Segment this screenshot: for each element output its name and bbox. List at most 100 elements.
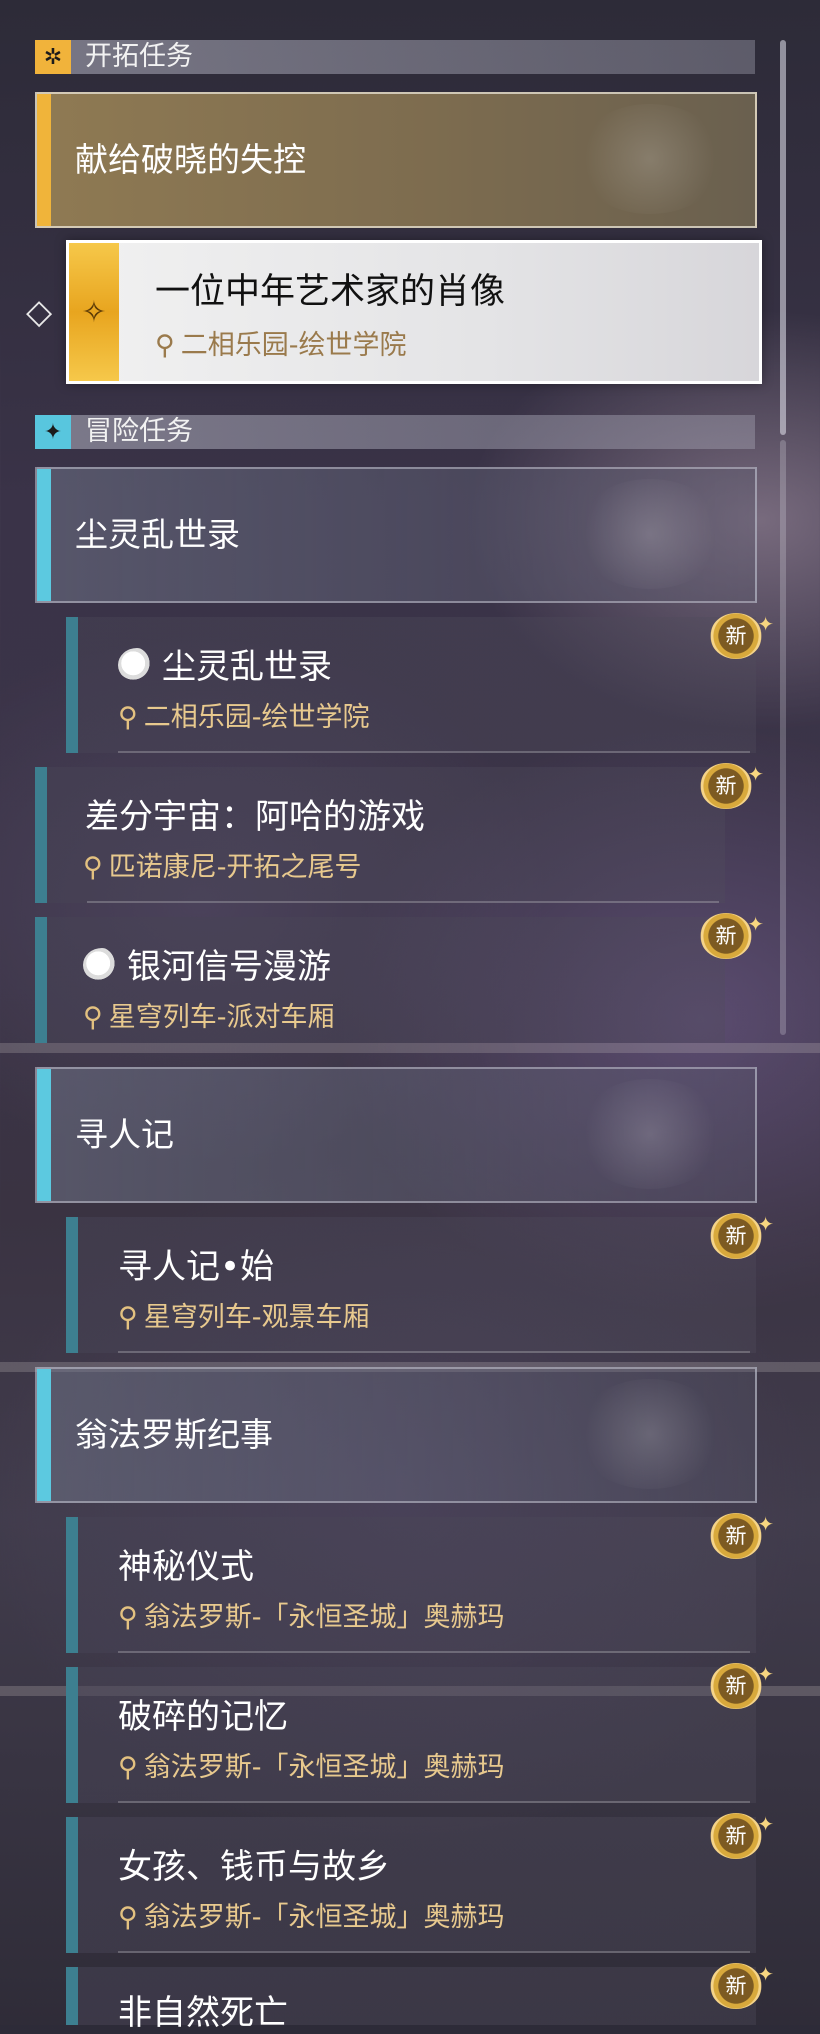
location-pin-icon: ⚲ [118, 1902, 138, 1933]
spirit-icon [118, 648, 156, 682]
quest-title: 女孩、钱币与故乡 [118, 1847, 390, 1887]
sparkle-icon: ✦ [757, 1512, 774, 1536]
quest-title: 非自然死亡 [118, 1993, 288, 2033]
group-stripe [37, 94, 51, 226]
selection-pointer-icon: ◇ [26, 292, 53, 332]
group-emblem [575, 1379, 725, 1489]
quest-title: 银河信号漫游 [83, 939, 331, 988]
sparkle-icon: ✦ [757, 1662, 774, 1686]
group-stripe [37, 1369, 51, 1501]
quest-title: 尘灵乱世录 [118, 639, 332, 688]
quest-bar [66, 1667, 78, 1803]
new-badge-text: 新 [715, 774, 737, 798]
new-badge-text: 新 [725, 1524, 747, 1548]
location-pin-icon: ⚲ [83, 852, 103, 883]
trailblaze-quest-icon: ✧ [69, 243, 119, 381]
quest-location-text: 匹诺康尼-开拓之尾号 [108, 852, 362, 883]
new-badge-text: 新 [725, 1824, 747, 1848]
new-badge: 新 ✦ [710, 612, 774, 659]
band-divider [0, 1043, 820, 1053]
new-badge: 新 ✦ [710, 1212, 774, 1259]
scrollbar-thumb[interactable] [780, 40, 786, 435]
quest-item[interactable]: 尘灵乱世录 ⚲ 二相乐园-绘世学院 [66, 617, 756, 753]
sparkle-icon: ✦ [757, 1962, 774, 1986]
new-badge-text: 新 [715, 924, 737, 948]
quest-location-text: 星穹列车-观景车厢 [143, 1302, 370, 1333]
quest-location: ⚲ 翁法罗斯-「永恒圣城」奥赫玛 [118, 1595, 505, 1634]
group-emblem [575, 104, 725, 214]
quest-item[interactable]: 神秘仪式 ⚲ 翁法罗斯-「永恒圣城」奥赫玛 [66, 1517, 756, 1653]
quest-bar [35, 767, 47, 903]
category-title: 冒险任务 [85, 416, 193, 447]
quest-group[interactable]: 寻人记 [35, 1067, 757, 1203]
quest-location-text: 二相乐园-绘世学院 [180, 330, 407, 361]
quest-title: 神秘仪式 [118, 1547, 254, 1587]
group-title: 献给破晓的失控 [75, 140, 306, 179]
location-pin-icon: ⚲ [118, 1752, 138, 1783]
quest-item[interactable]: 寻人记•始 ⚲ 星穹列车-观景车厢 [66, 1217, 756, 1353]
new-badge: 新 ✦ [700, 762, 764, 809]
new-badge-text: 新 [725, 624, 747, 648]
adventure-icon: ✦ [35, 415, 71, 449]
quest-location: ⚲ 二相乐园-绘世学院 [155, 323, 407, 362]
new-badge: 新 ✦ [710, 1962, 774, 2009]
category-title: 开拓任务 [85, 41, 193, 72]
quest-group[interactable]: 尘灵乱世录 [35, 467, 757, 603]
quest-separator [118, 1651, 750, 1653]
category-header-adventure: ✦ 冒险任务 [35, 415, 755, 449]
sparkle-icon: ✦ [757, 612, 774, 636]
new-badge-text: 新 [725, 1224, 747, 1248]
quest-location: ⚲ 星穹列车-观景车厢 [118, 1295, 370, 1334]
quest-location-text: 星穹列车-派对车厢 [108, 1002, 335, 1033]
quest-separator [118, 1801, 750, 1803]
sparkle-icon: ✦ [747, 912, 764, 936]
quest-bar [66, 617, 78, 753]
quest-separator [118, 1351, 750, 1353]
quest-item[interactable]: 银河信号漫游 ⚲ 星穹列车-派对车厢 [35, 917, 725, 1043]
group-stripe [37, 1069, 51, 1201]
quest-location-text: 翁法罗斯-「永恒圣城」奥赫玛 [143, 1602, 505, 1633]
quest-location-text: 二相乐园-绘世学院 [143, 702, 370, 733]
category-header-trailblaze: ✲ 开拓任务 [35, 40, 755, 74]
quest-location: ⚲ 翁法罗斯-「永恒圣城」奥赫玛 [118, 1895, 505, 1934]
new-badge: 新 ✦ [710, 1812, 774, 1859]
quest-item[interactable]: 破碎的记忆 ⚲ 翁法罗斯-「永恒圣城」奥赫玛 [66, 1667, 756, 1803]
quest-title-text: 尘灵乱世录 [162, 647, 332, 687]
location-pin-icon: ⚲ [118, 1602, 138, 1633]
quest-group[interactable]: 翁法罗斯纪事 [35, 1367, 757, 1503]
group-title: 尘灵乱世录 [75, 515, 240, 554]
quest-location: ⚲ 星穹列车-派对车厢 [83, 995, 335, 1034]
quest-title: 一位中年艺术家的肖像 [155, 272, 506, 312]
quest-group-trailblaze[interactable]: 献给破晓的失控 [35, 92, 757, 228]
quest-item[interactable]: 差分宇宙：阿哈的游戏 ⚲ 匹诺康尼-开拓之尾号 [35, 767, 725, 903]
quest-location-text: 翁法罗斯-「永恒圣城」奥赫玛 [143, 1902, 505, 1933]
quest-bar [66, 1967, 78, 2025]
group-stripe [37, 469, 51, 601]
location-pin-icon: ⚲ [155, 330, 175, 361]
quest-separator [118, 1951, 750, 1953]
quest-location: ⚲ 翁法罗斯-「永恒圣城」奥赫玛 [118, 1745, 505, 1784]
quest-bar [35, 917, 47, 1043]
quest-item-selected[interactable]: ✧ 一位中年艺术家的肖像 ⚲ 二相乐园-绘世学院 [66, 240, 762, 384]
quest-title: 破碎的记忆 [118, 1697, 288, 1737]
quest-item[interactable]: 女孩、钱币与故乡 ⚲ 翁法罗斯-「永恒圣城」奥赫玛 [66, 1817, 756, 1953]
group-title: 寻人记 [75, 1115, 174, 1154]
scrollbar-track[interactable] [780, 440, 786, 1035]
trailblaze-icon: ✲ [35, 40, 71, 74]
quest-item[interactable]: 非自然死亡 [66, 1967, 756, 2033]
quest-title: 差分宇宙：阿哈的游戏 [85, 797, 425, 837]
quest-separator [118, 751, 750, 753]
quest-bar [66, 1517, 78, 1653]
sparkle-icon: ✦ [747, 762, 764, 786]
spirit-icon [83, 948, 121, 982]
group-emblem [575, 479, 725, 589]
quest-separator [87, 901, 719, 903]
sparkle-icon: ✦ [757, 1212, 774, 1236]
new-badge: 新 ✦ [700, 912, 764, 959]
new-badge-text: 新 [725, 1974, 747, 1998]
location-pin-icon: ⚲ [118, 702, 138, 733]
group-emblem [575, 1079, 725, 1189]
quest-title-text: 银河信号漫游 [127, 947, 331, 987]
new-badge: 新 ✦ [710, 1512, 774, 1559]
sparkle-icon: ✦ [757, 1812, 774, 1836]
